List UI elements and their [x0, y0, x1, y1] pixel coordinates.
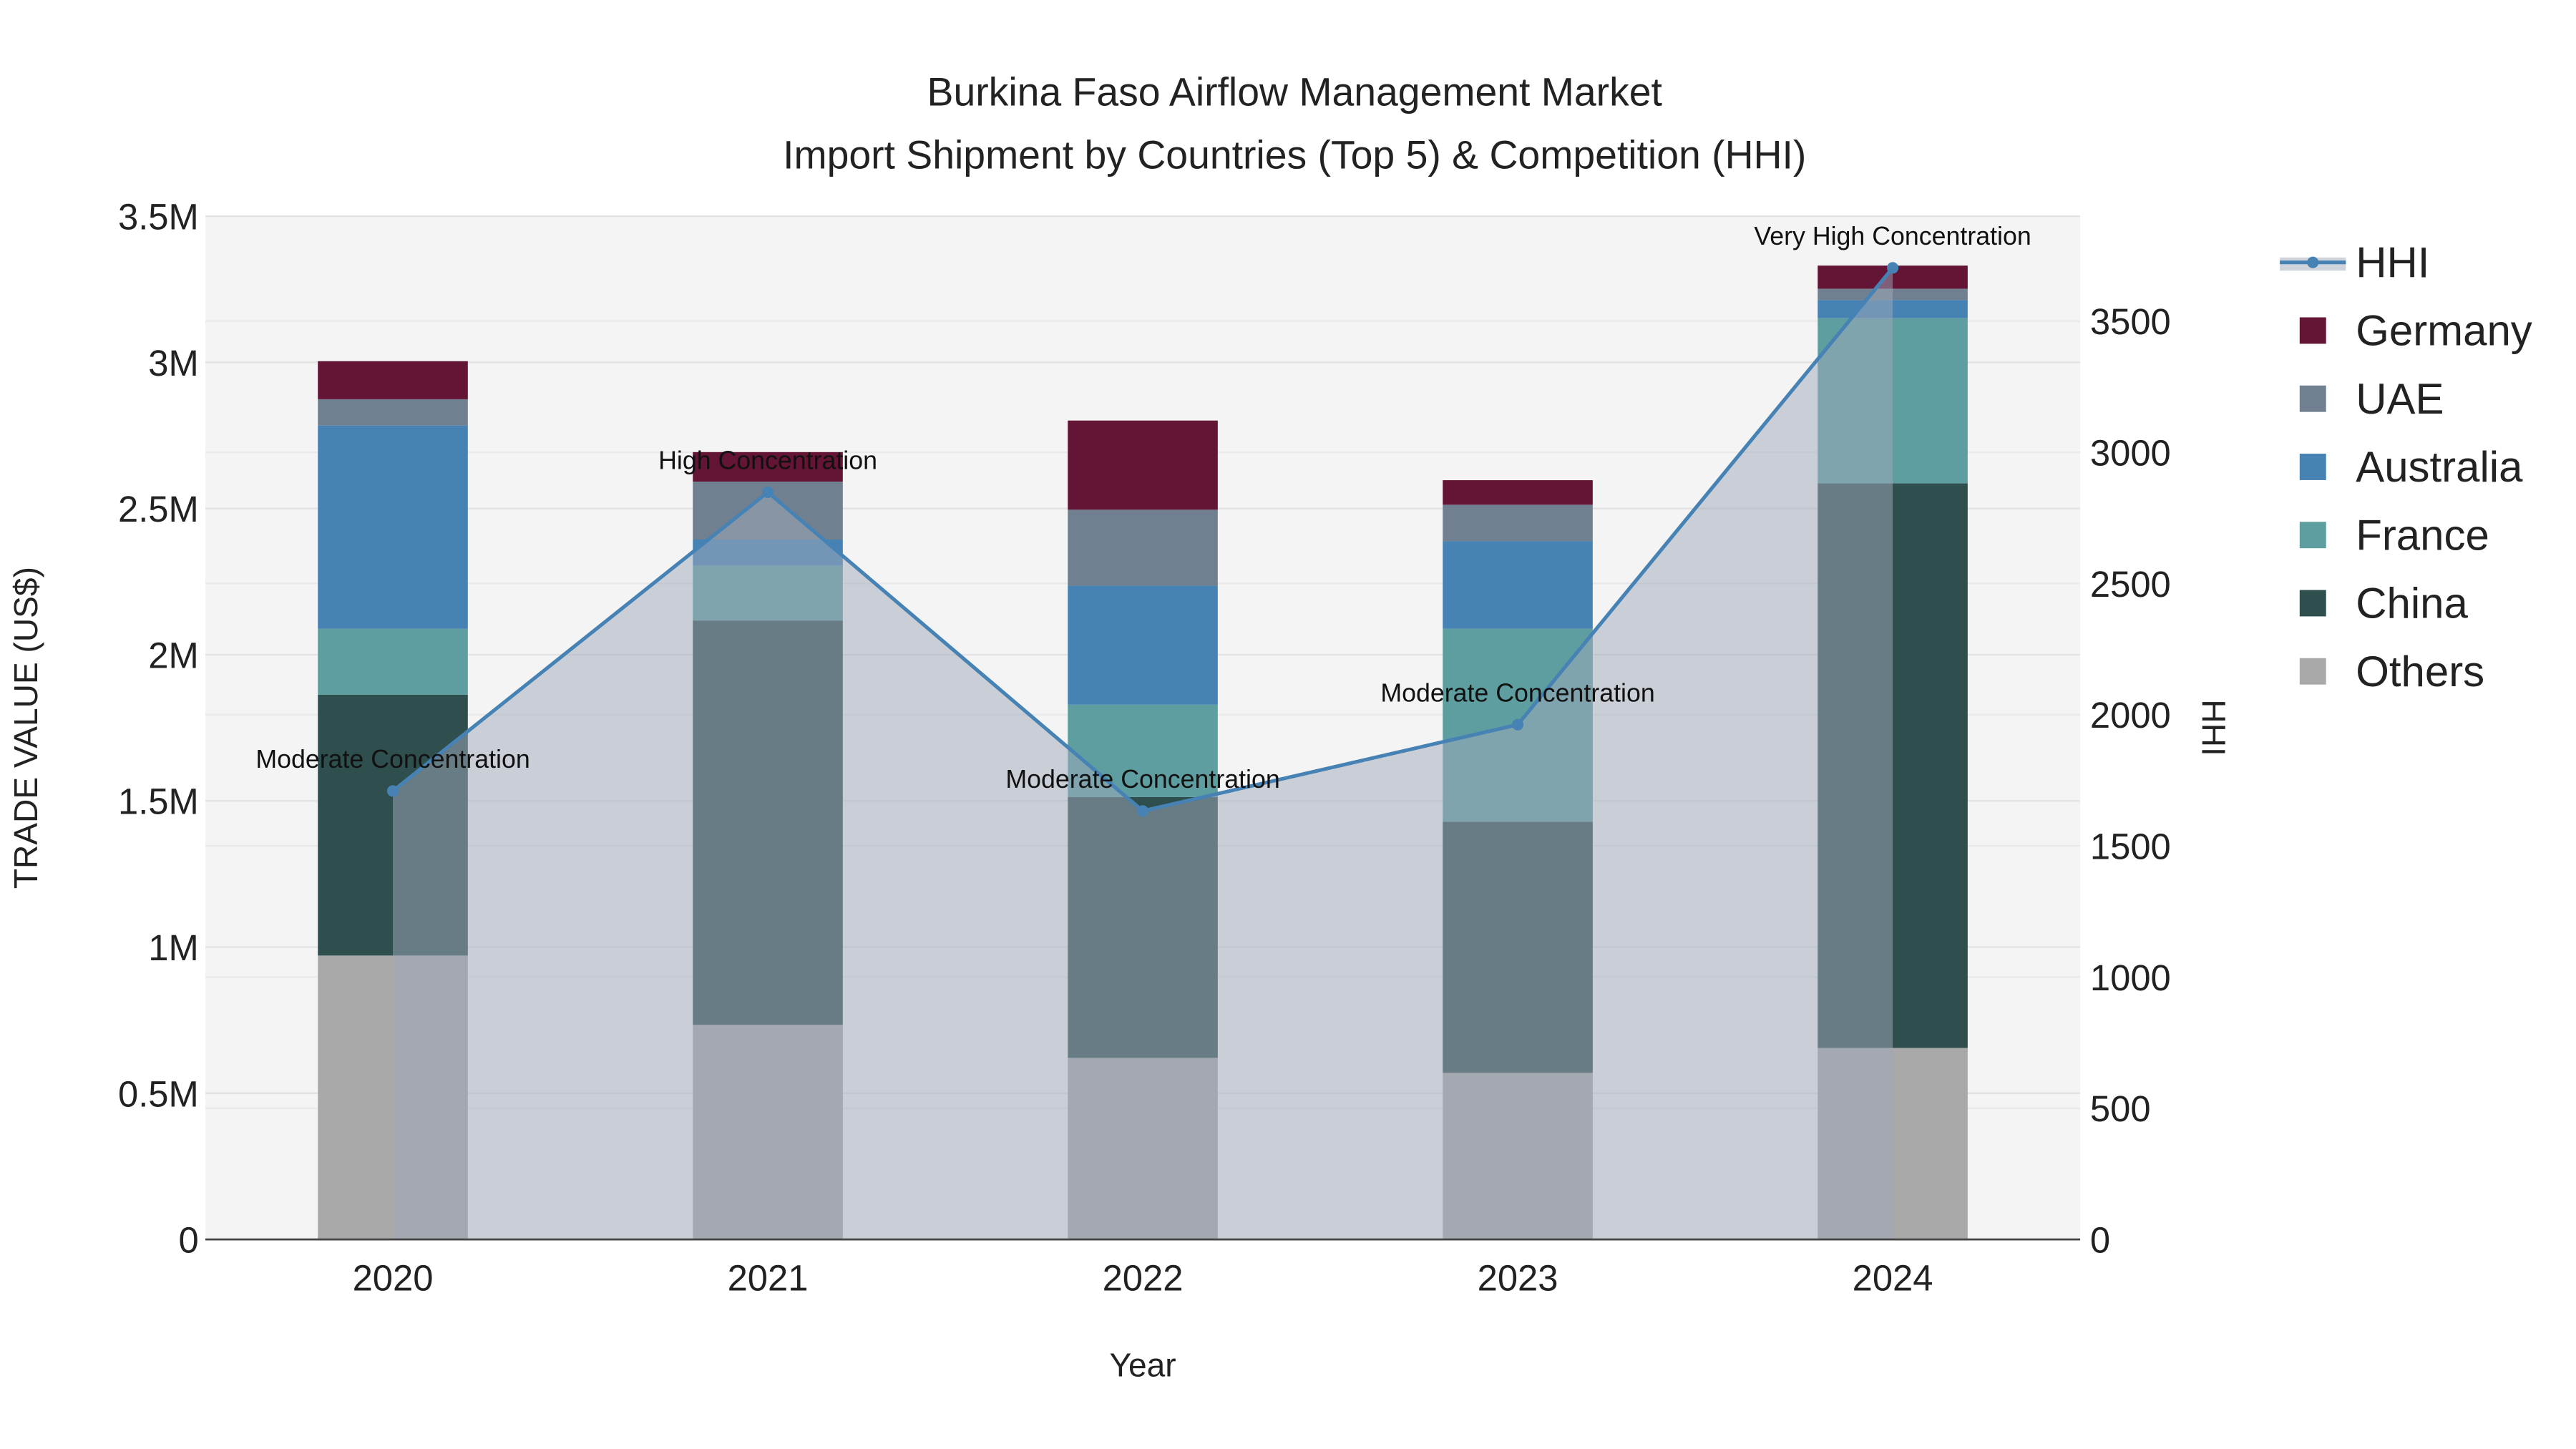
legend-swatch-china — [2299, 590, 2326, 617]
y2-tick-label: 1500 — [2090, 826, 2171, 867]
legend-marker-hhi — [2307, 256, 2319, 268]
legend-label-germany[interactable]: Germany — [2356, 307, 2532, 355]
legend-label-china[interactable]: China — [2356, 580, 2468, 628]
y2-tick-label: 0 — [2090, 1220, 2110, 1261]
hhi-annotation: Very High Concentration — [1754, 222, 2031, 250]
hhi-annotation: High Concentration — [658, 447, 877, 475]
y2-axis-ticks: 0 500 1000 1500 2000 2500 3000 3500 — [2090, 301, 2171, 1260]
x-axis-label: Year — [1109, 1347, 1176, 1384]
legend-label-australia[interactable]: Australia — [2356, 443, 2523, 491]
y2-tick-label: 2500 — [2090, 564, 2171, 605]
x-axis-ticks: 2020 2021 2022 2023 2024 — [353, 1258, 1933, 1299]
y2-tick-label: 2000 — [2090, 695, 2171, 736]
chart-title: Burkina Faso Airflow Management Market — [927, 70, 1662, 114]
x-tick-label: 2021 — [728, 1258, 809, 1299]
hhi-point-2023 — [1511, 718, 1524, 731]
y2-tick-label: 3500 — [2090, 301, 2171, 342]
x-tick-label: 2020 — [353, 1258, 434, 1299]
x-tick-label: 2024 — [1853, 1258, 1933, 1299]
legend: HHI Germany UAE Australia France China Others — [2280, 238, 2532, 696]
bar-france-2020 — [318, 628, 468, 695]
legend-label-france[interactable]: France — [2356, 511, 2489, 559]
y2-tick-label: 1000 — [2090, 957, 2171, 998]
bar-uae-2022 — [1068, 509, 1218, 586]
hhi-annotation: Moderate Concentration — [1005, 765, 1279, 794]
y-tick-label: 3.5M — [118, 197, 199, 238]
legend-label-others[interactable]: Others — [2356, 648, 2484, 696]
bar-australia-2022 — [1068, 585, 1218, 705]
legend-swatch-uae — [2299, 385, 2326, 412]
y-axis-label: TRADE VALUE (US$) — [7, 567, 44, 889]
bar-germany-2020 — [318, 361, 468, 399]
hhi-point-2024 — [1886, 262, 1899, 274]
x-tick-label: 2023 — [1478, 1258, 1558, 1299]
y-tick-label: 0.5M — [118, 1073, 199, 1114]
y-tick-label: 2.5M — [118, 489, 199, 530]
y-tick-label: 1M — [148, 927, 198, 968]
y-tick-label: 3M — [148, 343, 198, 384]
y-tick-label: 1.5M — [118, 781, 199, 822]
hhi-annotation: Moderate Concentration — [255, 745, 530, 774]
hhi-point-2022 — [1136, 805, 1149, 817]
legend-swatch-germany — [2299, 317, 2326, 344]
chart: Moderate Concentration High Concentration… — [7, 70, 2532, 1384]
legend-label-hhi[interactable]: HHI — [2356, 238, 2429, 286]
y-tick-label: 2M — [148, 635, 198, 675]
x-tick-label: 2022 — [1103, 1258, 1184, 1299]
bar-germany-2022 — [1068, 420, 1218, 510]
y2-axis-label: HHI — [2195, 699, 2233, 756]
chart-subtitle: Import Shipment by Countries (Top 5) & C… — [783, 132, 1806, 177]
bar-uae-2023 — [1443, 504, 1593, 542]
y2-tick-label: 500 — [2090, 1088, 2151, 1129]
hhi-point-2021 — [761, 486, 774, 498]
legend-label-uae[interactable]: UAE — [2356, 375, 2444, 423]
hhi-annotation: Moderate Concentration — [1380, 678, 1654, 707]
hhi-point-2020 — [386, 785, 399, 797]
bar-australia-2023 — [1443, 541, 1593, 629]
y-axis-ticks: 0 0.5M 1M 1.5M 2M 2.5M 3M 3.5M — [118, 197, 199, 1261]
bar-germany-2023 — [1443, 480, 1593, 505]
legend-swatch-others — [2299, 658, 2326, 685]
legend-swatch-australia — [2299, 454, 2326, 480]
y-tick-label: 0 — [179, 1220, 199, 1261]
legend-swatch-france — [2299, 522, 2326, 549]
bar-australia-2020 — [318, 425, 468, 629]
y2-tick-label: 3000 — [2090, 433, 2171, 474]
bar-uae-2020 — [318, 399, 468, 426]
